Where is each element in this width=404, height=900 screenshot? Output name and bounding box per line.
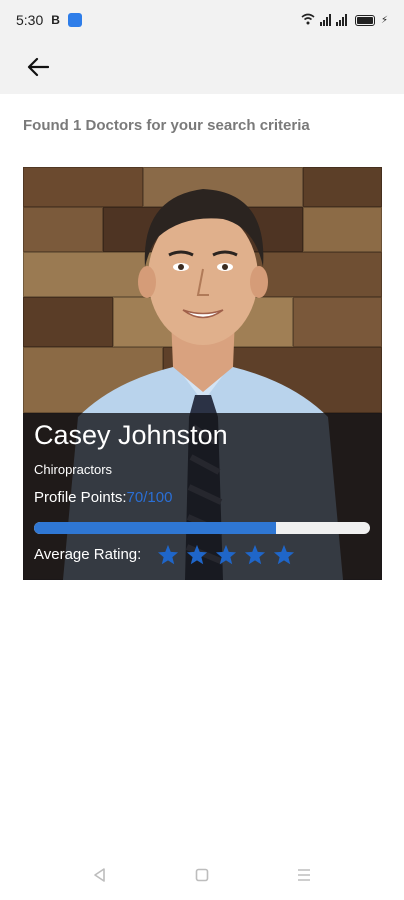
nav-menu-button[interactable] — [292, 863, 316, 887]
battery-icon — [354, 14, 375, 26]
profile-points-value: 70/100 — [126, 489, 173, 506]
doctor-specialty: Chiropractors — [34, 462, 113, 477]
rating-stars — [157, 544, 295, 565]
menu-lines-icon — [298, 869, 310, 881]
star-icon — [273, 544, 295, 565]
star-icon — [215, 544, 237, 565]
back-triangle-icon — [94, 868, 105, 882]
signal-icon — [335, 14, 347, 26]
profile-points-progress-fill — [34, 522, 276, 534]
profile-points-row: Profile Points: 70/100 — [34, 489, 172, 506]
profile-points-progress — [34, 522, 370, 534]
profile-points-label: Profile Points: — [34, 489, 127, 506]
status-bar: 5:30 B ⚡ — [0, 0, 404, 40]
wifi-icon — [301, 12, 315, 28]
results-summary: Found 1 Doctors for your search criteria — [23, 117, 310, 134]
system-nav-bar — [0, 850, 404, 900]
app-bar — [0, 40, 404, 94]
nav-back-button[interactable] — [88, 863, 112, 887]
arrow-left-icon — [27, 57, 49, 77]
doctor-info-overlay: Casey Johnston Chiropractors Profile Poi… — [23, 413, 382, 580]
home-square-icon — [195, 868, 209, 882]
status-time: 5:30 — [16, 12, 44, 28]
app-notification-icon — [67, 13, 82, 27]
back-button[interactable] — [22, 51, 54, 83]
nav-home-button[interactable] — [190, 863, 214, 887]
doctor-card[interactable]: Casey Johnston Chiropractors Profile Poi… — [23, 167, 382, 580]
star-icon — [244, 544, 266, 565]
carrier-badge-icon: B — [51, 13, 60, 27]
signal-icon — [319, 14, 331, 26]
doctor-name: Casey Johnston — [34, 420, 228, 450]
star-icon — [157, 544, 179, 565]
average-rating-label: Average Rating: — [34, 546, 142, 563]
charging-icon: ⚡ — [380, 14, 388, 26]
star-icon — [186, 544, 208, 565]
average-rating-row: Average Rating: — [34, 544, 295, 565]
